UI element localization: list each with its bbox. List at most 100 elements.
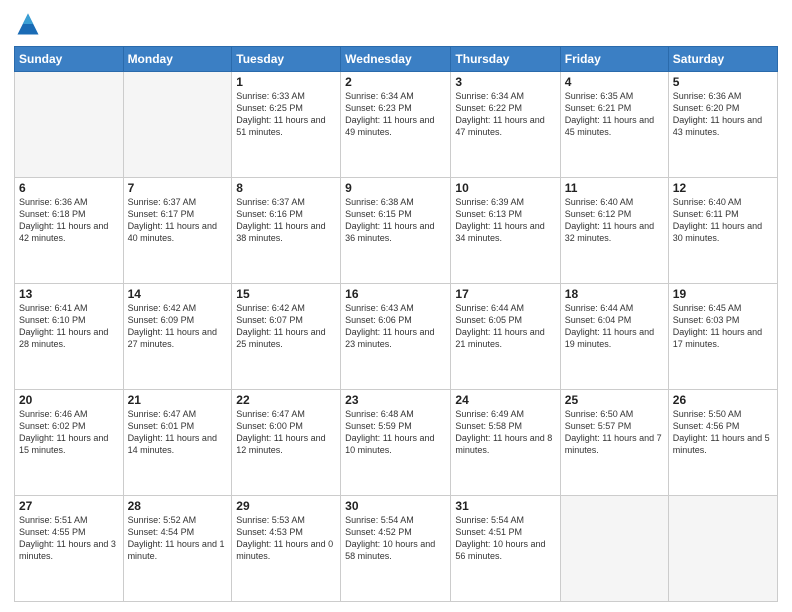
day-number: 12: [673, 181, 773, 195]
day-info: Sunrise: 6:46 AM Sunset: 6:02 PM Dayligh…: [19, 408, 119, 457]
day-number: 18: [565, 287, 664, 301]
calendar-cell: [15, 72, 124, 178]
day-number: 7: [128, 181, 228, 195]
day-info: Sunrise: 6:44 AM Sunset: 6:04 PM Dayligh…: [565, 302, 664, 351]
day-info: Sunrise: 6:37 AM Sunset: 6:17 PM Dayligh…: [128, 196, 228, 245]
day-number: 30: [345, 499, 446, 513]
calendar-cell: 29Sunrise: 5:53 AM Sunset: 4:53 PM Dayli…: [232, 496, 341, 602]
calendar-cell: 15Sunrise: 6:42 AM Sunset: 6:07 PM Dayli…: [232, 284, 341, 390]
calendar-cell: 25Sunrise: 6:50 AM Sunset: 5:57 PM Dayli…: [560, 390, 668, 496]
day-info: Sunrise: 6:38 AM Sunset: 6:15 PM Dayligh…: [345, 196, 446, 245]
calendar-cell: 18Sunrise: 6:44 AM Sunset: 6:04 PM Dayli…: [560, 284, 668, 390]
calendar-cell: 17Sunrise: 6:44 AM Sunset: 6:05 PM Dayli…: [451, 284, 560, 390]
day-info: Sunrise: 6:42 AM Sunset: 6:09 PM Dayligh…: [128, 302, 228, 351]
day-number: 4: [565, 75, 664, 89]
day-number: 8: [236, 181, 336, 195]
day-number: 6: [19, 181, 119, 195]
day-info: Sunrise: 6:36 AM Sunset: 6:18 PM Dayligh…: [19, 196, 119, 245]
calendar-cell: 14Sunrise: 6:42 AM Sunset: 6:09 PM Dayli…: [123, 284, 232, 390]
calendar-cell: 21Sunrise: 6:47 AM Sunset: 6:01 PM Dayli…: [123, 390, 232, 496]
calendar-cell: 10Sunrise: 6:39 AM Sunset: 6:13 PM Dayli…: [451, 178, 560, 284]
day-number: 15: [236, 287, 336, 301]
calendar-cell: 3Sunrise: 6:34 AM Sunset: 6:22 PM Daylig…: [451, 72, 560, 178]
calendar-cell: 12Sunrise: 6:40 AM Sunset: 6:11 PM Dayli…: [668, 178, 777, 284]
day-number: 22: [236, 393, 336, 407]
week-row-1: 1Sunrise: 6:33 AM Sunset: 6:25 PM Daylig…: [15, 72, 778, 178]
col-wednesday: Wednesday: [341, 47, 451, 72]
day-number: 26: [673, 393, 773, 407]
day-number: 1: [236, 75, 336, 89]
calendar-cell: 7Sunrise: 6:37 AM Sunset: 6:17 PM Daylig…: [123, 178, 232, 284]
calendar-cell: 24Sunrise: 6:49 AM Sunset: 5:58 PM Dayli…: [451, 390, 560, 496]
day-number: 31: [455, 499, 555, 513]
calendar-cell: 20Sunrise: 6:46 AM Sunset: 6:02 PM Dayli…: [15, 390, 124, 496]
logo-icon: [14, 10, 42, 38]
col-friday: Friday: [560, 47, 668, 72]
calendar-cell: 4Sunrise: 6:35 AM Sunset: 6:21 PM Daylig…: [560, 72, 668, 178]
calendar-header-row: Sunday Monday Tuesday Wednesday Thursday…: [15, 47, 778, 72]
page: Sunday Monday Tuesday Wednesday Thursday…: [0, 0, 792, 612]
calendar-cell: 2Sunrise: 6:34 AM Sunset: 6:23 PM Daylig…: [341, 72, 451, 178]
day-number: 29: [236, 499, 336, 513]
day-info: Sunrise: 6:45 AM Sunset: 6:03 PM Dayligh…: [673, 302, 773, 351]
calendar-cell: 30Sunrise: 5:54 AM Sunset: 4:52 PM Dayli…: [341, 496, 451, 602]
day-info: Sunrise: 6:33 AM Sunset: 6:25 PM Dayligh…: [236, 90, 336, 139]
col-saturday: Saturday: [668, 47, 777, 72]
day-number: 19: [673, 287, 773, 301]
day-info: Sunrise: 5:53 AM Sunset: 4:53 PM Dayligh…: [236, 514, 336, 563]
day-info: Sunrise: 6:47 AM Sunset: 6:00 PM Dayligh…: [236, 408, 336, 457]
calendar-cell: 26Sunrise: 5:50 AM Sunset: 4:56 PM Dayli…: [668, 390, 777, 496]
day-info: Sunrise: 6:37 AM Sunset: 6:16 PM Dayligh…: [236, 196, 336, 245]
day-number: 10: [455, 181, 555, 195]
day-number: 9: [345, 181, 446, 195]
calendar-table: Sunday Monday Tuesday Wednesday Thursday…: [14, 46, 778, 602]
day-info: Sunrise: 6:49 AM Sunset: 5:58 PM Dayligh…: [455, 408, 555, 457]
calendar-cell: 11Sunrise: 6:40 AM Sunset: 6:12 PM Dayli…: [560, 178, 668, 284]
day-info: Sunrise: 5:51 AM Sunset: 4:55 PM Dayligh…: [19, 514, 119, 563]
calendar-cell: 23Sunrise: 6:48 AM Sunset: 5:59 PM Dayli…: [341, 390, 451, 496]
day-info: Sunrise: 6:40 AM Sunset: 6:11 PM Dayligh…: [673, 196, 773, 245]
day-number: 2: [345, 75, 446, 89]
day-info: Sunrise: 6:43 AM Sunset: 6:06 PM Dayligh…: [345, 302, 446, 351]
day-info: Sunrise: 5:54 AM Sunset: 4:52 PM Dayligh…: [345, 514, 446, 563]
day-info: Sunrise: 6:41 AM Sunset: 6:10 PM Dayligh…: [19, 302, 119, 351]
calendar-cell: [668, 496, 777, 602]
day-info: Sunrise: 6:36 AM Sunset: 6:20 PM Dayligh…: [673, 90, 773, 139]
logo: [14, 10, 46, 38]
day-info: Sunrise: 6:40 AM Sunset: 6:12 PM Dayligh…: [565, 196, 664, 245]
day-number: 14: [128, 287, 228, 301]
week-row-2: 6Sunrise: 6:36 AM Sunset: 6:18 PM Daylig…: [15, 178, 778, 284]
day-number: 13: [19, 287, 119, 301]
calendar-cell: 19Sunrise: 6:45 AM Sunset: 6:03 PM Dayli…: [668, 284, 777, 390]
day-number: 21: [128, 393, 228, 407]
col-sunday: Sunday: [15, 47, 124, 72]
day-info: Sunrise: 6:34 AM Sunset: 6:22 PM Dayligh…: [455, 90, 555, 139]
calendar-cell: 8Sunrise: 6:37 AM Sunset: 6:16 PM Daylig…: [232, 178, 341, 284]
week-row-5: 27Sunrise: 5:51 AM Sunset: 4:55 PM Dayli…: [15, 496, 778, 602]
day-number: 3: [455, 75, 555, 89]
calendar-cell: [123, 72, 232, 178]
day-number: 11: [565, 181, 664, 195]
week-row-3: 13Sunrise: 6:41 AM Sunset: 6:10 PM Dayli…: [15, 284, 778, 390]
day-info: Sunrise: 6:42 AM Sunset: 6:07 PM Dayligh…: [236, 302, 336, 351]
day-info: Sunrise: 6:35 AM Sunset: 6:21 PM Dayligh…: [565, 90, 664, 139]
calendar-cell: 5Sunrise: 6:36 AM Sunset: 6:20 PM Daylig…: [668, 72, 777, 178]
calendar-cell: 9Sunrise: 6:38 AM Sunset: 6:15 PM Daylig…: [341, 178, 451, 284]
calendar-cell: 13Sunrise: 6:41 AM Sunset: 6:10 PM Dayli…: [15, 284, 124, 390]
calendar-cell: 6Sunrise: 6:36 AM Sunset: 6:18 PM Daylig…: [15, 178, 124, 284]
calendar-cell: 28Sunrise: 5:52 AM Sunset: 4:54 PM Dayli…: [123, 496, 232, 602]
calendar-cell: 22Sunrise: 6:47 AM Sunset: 6:00 PM Dayli…: [232, 390, 341, 496]
day-number: 17: [455, 287, 555, 301]
day-number: 20: [19, 393, 119, 407]
day-info: Sunrise: 5:54 AM Sunset: 4:51 PM Dayligh…: [455, 514, 555, 563]
col-thursday: Thursday: [451, 47, 560, 72]
col-tuesday: Tuesday: [232, 47, 341, 72]
day-number: 27: [19, 499, 119, 513]
day-info: Sunrise: 5:52 AM Sunset: 4:54 PM Dayligh…: [128, 514, 228, 563]
calendar-cell: 1Sunrise: 6:33 AM Sunset: 6:25 PM Daylig…: [232, 72, 341, 178]
calendar-cell: [560, 496, 668, 602]
day-number: 28: [128, 499, 228, 513]
day-number: 16: [345, 287, 446, 301]
day-info: Sunrise: 6:44 AM Sunset: 6:05 PM Dayligh…: [455, 302, 555, 351]
header: [14, 10, 778, 38]
